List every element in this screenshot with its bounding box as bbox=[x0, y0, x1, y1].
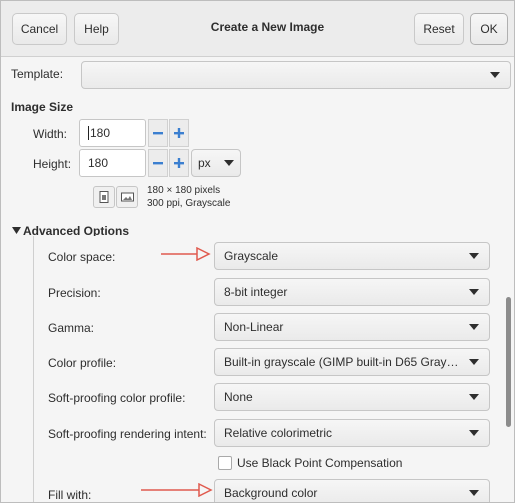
annotation-arrow-icon bbox=[161, 247, 211, 261]
color-profile-value: Built-in grayscale (GIMP built-in D65 Gr… bbox=[224, 355, 459, 369]
precision-label: Precision: bbox=[48, 286, 101, 300]
dialog-content: Template: Image Size Width: 180 Height: … bbox=[1, 58, 514, 502]
plus-icon bbox=[174, 158, 184, 168]
cancel-button[interactable]: Cancel bbox=[12, 13, 67, 45]
minus-icon bbox=[153, 132, 163, 135]
reset-button[interactable]: Reset bbox=[414, 13, 464, 45]
height-increment-button[interactable] bbox=[169, 149, 189, 177]
soft-proofing-profile-combo[interactable]: None bbox=[214, 383, 490, 411]
width-label: Width: bbox=[33, 127, 68, 141]
chevron-down-icon bbox=[469, 289, 479, 295]
height-input[interactable]: 180 bbox=[79, 149, 146, 177]
precision-value: 8-bit integer bbox=[224, 285, 288, 299]
image-dimensions-text: 180 × 180 pixels bbox=[147, 185, 221, 196]
portrait-icon bbox=[99, 191, 109, 203]
triangle-down-icon bbox=[12, 227, 21, 234]
color-space-label: Color space: bbox=[48, 250, 116, 264]
scrollbar-thumb[interactable] bbox=[506, 297, 511, 427]
fill-with-combo[interactable]: Background color bbox=[214, 479, 490, 502]
image-size-info: 180 × 180 pixels 300 ppi, Grayscale bbox=[147, 184, 230, 210]
create-image-dialog: Cancel Help Create a New Image Reset OK … bbox=[0, 0, 515, 503]
soft-proofing-profile-value: None bbox=[224, 390, 253, 404]
landscape-icon bbox=[120, 192, 134, 202]
fill-with-value: Background color bbox=[224, 486, 318, 500]
height-value: 180 bbox=[88, 156, 109, 170]
chevron-down-icon bbox=[469, 394, 479, 400]
template-label: Template: bbox=[11, 67, 64, 81]
ok-button[interactable]: OK bbox=[470, 13, 508, 45]
image-resolution-text: 300 ppi, Grayscale bbox=[147, 198, 231, 209]
soft-proofing-profile-label: Soft-proofing color profile: bbox=[48, 391, 186, 405]
chevron-down-icon bbox=[469, 430, 479, 436]
soft-proofing-intent-label: Soft-proofing rendering intent: bbox=[48, 427, 207, 441]
text-cursor bbox=[88, 126, 89, 140]
height-decrement-button[interactable] bbox=[148, 149, 168, 177]
landscape-button[interactable] bbox=[116, 186, 138, 208]
color-profile-combo[interactable]: Built-in grayscale (GIMP built-in D65 Gr… bbox=[214, 348, 490, 376]
chevron-down-icon bbox=[469, 324, 479, 330]
image-size-heading: Image Size bbox=[11, 100, 74, 114]
header-bar: Cancel Help Create a New Image Reset OK bbox=[1, 1, 514, 57]
black-point-checkbox[interactable] bbox=[218, 456, 232, 470]
color-profile-label: Color profile: bbox=[48, 356, 117, 370]
black-point-label: Use Black Point Compensation bbox=[237, 456, 403, 470]
help-button[interactable]: Help bbox=[74, 13, 119, 45]
minus-icon bbox=[153, 162, 163, 165]
plus-icon bbox=[174, 128, 184, 138]
soft-proofing-intent-value: Relative colorimetric bbox=[224, 426, 333, 440]
unit-combo[interactable]: px bbox=[191, 149, 241, 177]
chevron-down-icon bbox=[469, 359, 479, 365]
width-input[interactable]: 180 bbox=[79, 119, 146, 147]
color-space-value: Grayscale bbox=[224, 249, 279, 263]
gamma-label: Gamma: bbox=[48, 321, 95, 335]
gamma-combo[interactable]: Non-Linear bbox=[214, 313, 490, 341]
precision-combo[interactable]: 8-bit integer bbox=[214, 278, 490, 306]
dialog-title: Create a New Image bbox=[210, 20, 325, 34]
unit-value: px bbox=[198, 156, 211, 170]
chevron-down-icon bbox=[490, 72, 500, 78]
width-decrement-button[interactable] bbox=[148, 119, 168, 147]
soft-proofing-intent-combo[interactable]: Relative colorimetric bbox=[214, 419, 490, 447]
color-space-combo[interactable]: Grayscale bbox=[214, 242, 490, 270]
annotation-arrow-icon bbox=[141, 483, 213, 497]
template-combo[interactable] bbox=[81, 61, 511, 89]
width-increment-button[interactable] bbox=[169, 119, 189, 147]
chevron-down-icon bbox=[469, 490, 479, 496]
chevron-down-icon bbox=[224, 160, 234, 166]
chevron-down-icon bbox=[469, 253, 479, 259]
width-value: 180 bbox=[90, 126, 111, 140]
fill-with-label: Fill with: bbox=[48, 488, 92, 502]
portrait-button[interactable] bbox=[93, 186, 115, 208]
height-label: Height: bbox=[33, 157, 72, 171]
gamma-value: Non-Linear bbox=[224, 320, 284, 334]
